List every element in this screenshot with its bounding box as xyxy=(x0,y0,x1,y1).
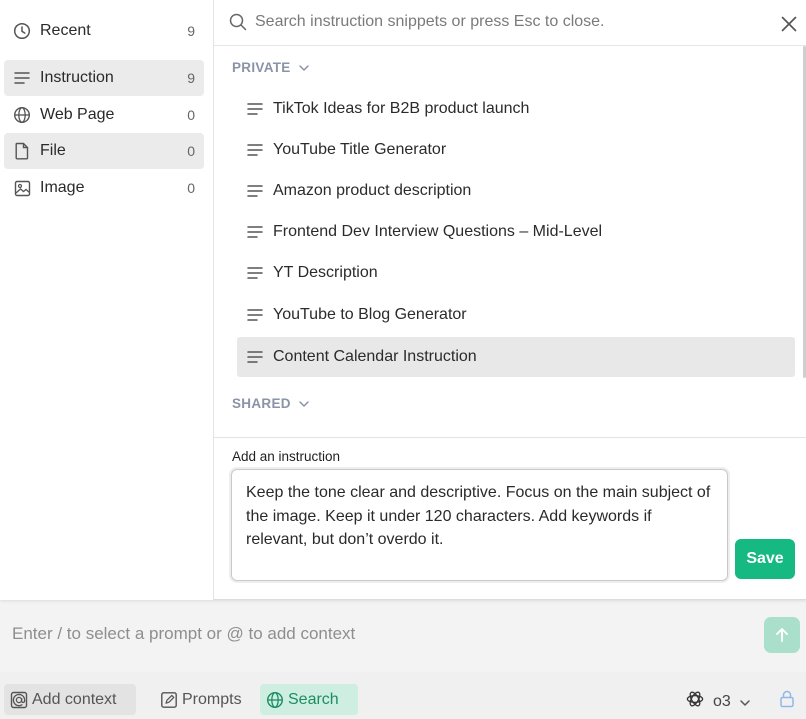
save-button[interactable]: Save xyxy=(735,539,795,579)
lines-icon xyxy=(247,266,263,280)
lines-icon xyxy=(12,68,32,88)
snippet-title: Frontend Dev Interview Questions – Mid-L… xyxy=(273,223,603,240)
sidebar-item-image[interactable]: Image 0 xyxy=(4,170,204,206)
snippet-item[interactable]: Frontend Dev Interview Questions – Mid-L… xyxy=(237,212,795,252)
snippet-title: YouTube to Blog Generator xyxy=(273,306,467,323)
snippet-item[interactable]: TikTok Ideas for B2B product launch xyxy=(237,89,795,129)
sidebar-item-web-page[interactable]: Web Page 0 xyxy=(4,97,204,133)
snippet-picker-panel: Recent 9 Instruction 9 Web Page 0 File 0 xyxy=(0,0,806,600)
lines-icon xyxy=(247,350,263,364)
search-icon xyxy=(228,12,248,32)
snippet-search-bar xyxy=(214,0,806,46)
lock-icon[interactable] xyxy=(778,689,796,709)
section-shared-toggle[interactable]: SHARED xyxy=(232,396,310,411)
sidebar-item-label: Instruction xyxy=(40,69,114,86)
lines-icon xyxy=(247,184,263,198)
instruction-textarea[interactable]: Keep the tone clear and descriptive. Foc… xyxy=(231,469,728,581)
category-sidebar: Recent 9 Instruction 9 Web Page 0 File 0 xyxy=(0,0,214,600)
section-private-label: PRIVATE xyxy=(232,60,291,75)
snippet-title: Amazon product description xyxy=(273,182,472,199)
clock-icon xyxy=(12,21,32,41)
snippet-search-input[interactable] xyxy=(255,9,765,35)
snippet-item[interactable]: Amazon product description xyxy=(237,171,795,211)
lines-icon xyxy=(247,102,263,116)
sidebar-item-count: 0 xyxy=(187,107,195,123)
chevron-down-icon xyxy=(298,62,310,74)
close-icon[interactable] xyxy=(779,14,799,34)
section-shared-label: SHARED xyxy=(232,396,291,411)
snippet-title: YouTube Title Generator xyxy=(273,141,447,158)
web-search-toggle[interactable]: Search xyxy=(260,684,358,715)
edit-icon xyxy=(160,691,178,709)
add-instruction-label: Add an instruction xyxy=(232,449,341,464)
snippet-item[interactable]: YT Description xyxy=(237,253,795,293)
globe-icon xyxy=(12,105,32,125)
model-name: o3 xyxy=(713,692,731,710)
lines-icon xyxy=(247,225,263,239)
snippet-item[interactable]: YouTube Title Generator xyxy=(237,130,795,170)
sidebar-item-count: 0 xyxy=(187,143,195,159)
section-private-toggle[interactable]: PRIVATE xyxy=(232,60,310,75)
snippet-title: TikTok Ideas for B2B product launch xyxy=(273,100,530,117)
sidebar-item-label: Image xyxy=(40,179,85,196)
sidebar-item-recent[interactable]: Recent 9 xyxy=(4,13,204,49)
sidebar-item-count: 0 xyxy=(187,180,195,196)
sidebar-item-label: Web Page xyxy=(40,106,115,123)
snippet-title: Content Calendar Instruction xyxy=(273,348,477,365)
snippet-item[interactable]: Content Calendar Instruction xyxy=(237,337,795,377)
prompts-label: Prompts xyxy=(182,690,242,708)
file-icon xyxy=(12,141,32,161)
snippet-title: YT Description xyxy=(273,264,378,281)
web-search-label: Search xyxy=(288,690,339,708)
prompt-input[interactable]: Enter / to select a prompt or @ to add c… xyxy=(12,624,355,644)
add-context-label: Add context xyxy=(32,690,117,708)
model-selector[interactable]: o3 xyxy=(685,689,751,714)
lines-icon xyxy=(247,143,263,157)
sidebar-item-label: Recent xyxy=(40,22,91,39)
openai-logo-icon xyxy=(685,689,705,714)
sidebar-item-label: File xyxy=(40,142,66,159)
add-context-button[interactable]: Add context xyxy=(4,684,136,715)
at-sign-icon xyxy=(10,691,28,709)
snippet-item[interactable]: YouTube to Blog Generator xyxy=(237,295,795,335)
send-button[interactable] xyxy=(764,617,800,653)
add-instruction-section: Add an instruction Keep the tone clear a… xyxy=(214,437,806,599)
sidebar-item-file[interactable]: File 0 xyxy=(4,133,204,169)
image-icon xyxy=(12,178,32,198)
lines-icon xyxy=(247,308,263,322)
chevron-down-icon xyxy=(739,696,751,708)
arrow-up-icon xyxy=(776,628,788,642)
sidebar-item-count: 9 xyxy=(187,23,195,39)
sidebar-item-count: 9 xyxy=(187,70,195,86)
sidebar-item-instruction[interactable]: Instruction 9 xyxy=(4,60,204,96)
globe-icon xyxy=(266,691,284,709)
prompts-button[interactable]: Prompts xyxy=(154,684,250,715)
chevron-down-icon xyxy=(298,398,310,410)
